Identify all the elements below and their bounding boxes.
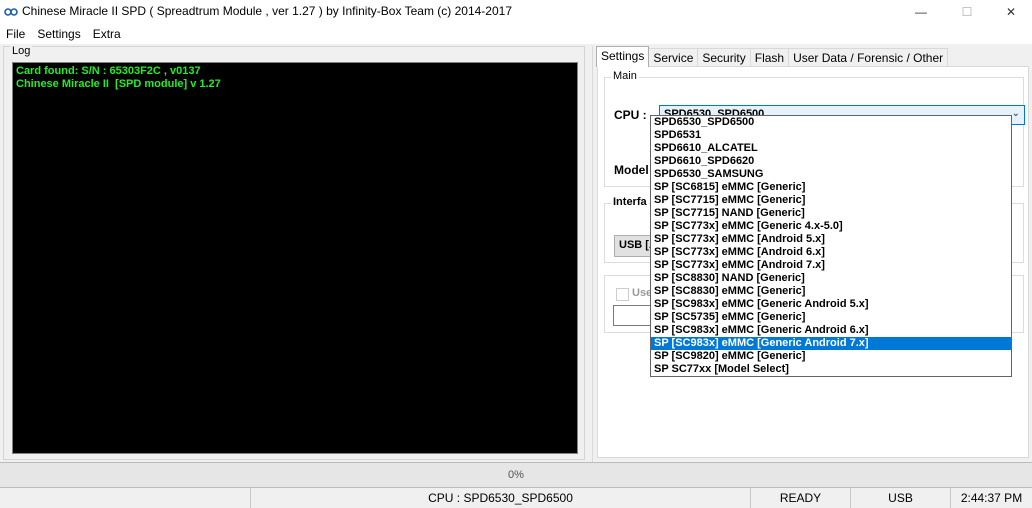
tab-service[interactable]: Service	[648, 48, 699, 67]
cpu-option[interactable]: SPD6530_SPD6500	[651, 116, 1011, 129]
status-cpu: CPU : SPD6530_SPD6500	[250, 488, 750, 508]
status-empty	[0, 488, 250, 508]
app-logo-icon	[4, 8, 18, 16]
log-legend: Log	[10, 45, 33, 57]
log-console[interactable]: Card found: S/N : 65303F2C , v0137 Chine…	[12, 62, 578, 454]
cpu-option[interactable]: SP [SC9820] eMMC [Generic]	[651, 350, 1011, 363]
minimize-icon: —	[915, 5, 927, 19]
window-title: Chinese Miracle II SPD ( Spreadtrum Modu…	[22, 4, 512, 18]
cpu-option[interactable]: SP [SC983x] eMMC [Generic Android 5.x]	[651, 298, 1011, 311]
cpu-option[interactable]: SP [SC983x] eMMC [Generic Android 6.x]	[651, 324, 1011, 337]
cpu-option[interactable]: SP [SC5735] eMMC [Generic]	[651, 311, 1011, 324]
tab-flash[interactable]: Flash	[749, 48, 790, 67]
cpu-option[interactable]: SPD6610_SPD6620	[651, 155, 1011, 168]
log-line: Chinese Miracle II [SPD module] v 1.27	[16, 78, 221, 90]
log-panel: Log Card found: S/N : 65303F2C , v0137 C…	[3, 45, 585, 460]
chevron-down-icon: ⌄	[1011, 108, 1020, 119]
title-bar: Chinese Miracle II SPD ( Spreadtrum Modu…	[0, 0, 1032, 24]
cpu-option[interactable]: SP [SC8830] eMMC [Generic]	[651, 285, 1011, 298]
interface-legend: Interfa	[611, 196, 649, 208]
close-button[interactable]: ✕	[988, 0, 1032, 24]
cpu-option[interactable]: SP [SC773x] eMMC [Android 7.x]	[651, 259, 1011, 272]
menu-settings[interactable]: Settings	[31, 24, 86, 44]
cpu-label: CPU :	[614, 108, 647, 122]
use-checkbox[interactable]	[616, 288, 629, 301]
tab-settings[interactable]: Settings	[596, 46, 650, 67]
status-interface: USB	[850, 488, 950, 508]
maximize-icon: ☐	[961, 5, 973, 19]
model-label: Model	[614, 163, 649, 177]
menu-file[interactable]: File	[0, 24, 31, 44]
minimize-button[interactable]: —	[898, 0, 944, 24]
tab-strip: Settings Service Security Flash User Dat…	[596, 46, 949, 67]
cpu-option[interactable]: SP [SC7715] NAND [Generic]	[651, 207, 1011, 220]
cpu-option[interactable]: SP SC77xx [Model Select]	[651, 363, 1011, 376]
interface-select[interactable]: USB [A	[614, 235, 654, 257]
main-group-legend: Main	[611, 70, 639, 82]
status-time: 2:44:37 PM	[950, 488, 1032, 508]
cpu-option[interactable]: SP [SC7715] eMMC [Generic]	[651, 194, 1011, 207]
progress-bar: 0%	[0, 462, 1032, 488]
tab-user-data[interactable]: User Data / Forensic / Other	[788, 48, 949, 67]
cpu-option[interactable]: SPD6531	[651, 129, 1011, 142]
close-icon: ✕	[1005, 5, 1017, 19]
status-bar: CPU : SPD6530_SPD6500 READY USB 2:44:37 …	[0, 488, 1032, 508]
menu-bar: File Settings Extra	[0, 24, 1032, 44]
cpu-dropdown-list[interactable]: SPD6530_SPD6500 SPD6531 SPD6610_ALCATEL SPD…	[650, 115, 1012, 377]
cpu-option[interactable]: SP [SC773x] eMMC [Android 5.x]	[651, 233, 1011, 246]
cpu-option[interactable]: SP [SC6815] eMMC [Generic]	[651, 181, 1011, 194]
cpu-option[interactable]: SP [SC8830] NAND [Generic]	[651, 272, 1011, 285]
maximize-button[interactable]: ☐	[944, 0, 990, 24]
cpu-option[interactable]: SPD6610_ALCATEL	[651, 142, 1011, 155]
cpu-option[interactable]: SP [SC773x] eMMC [Generic 4.x-5.0]	[651, 220, 1011, 233]
cpu-option[interactable]: SP [SC773x] eMMC [Android 6.x]	[651, 246, 1011, 259]
status-state: READY	[750, 488, 850, 508]
progress-text: 0%	[508, 469, 524, 481]
tab-security[interactable]: Security	[697, 48, 751, 67]
cpu-option[interactable]: SP [SC983x] eMMC [Generic Android 7.x]	[651, 337, 1011, 350]
cpu-option[interactable]: SPD6530_SAMSUNG	[651, 168, 1011, 181]
menu-extra[interactable]: Extra	[87, 24, 127, 44]
log-line: Card found: S/N : 65303F2C , v0137	[16, 65, 201, 77]
